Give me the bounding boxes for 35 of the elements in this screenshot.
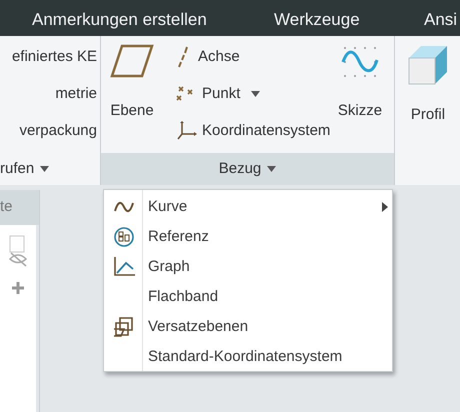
coordinate-axes-icon: [175, 121, 197, 141]
stacked-planes-icon: [112, 316, 136, 338]
circled-blocks-icon: [112, 226, 134, 248]
ribbon-command[interactable]: efiniertes KE: [12, 46, 97, 68]
sketch-button[interactable]: Skizze: [334, 44, 386, 153]
profile-button[interactable]: Profil: [405, 44, 451, 126]
menu-item[interactable]: Versatzebenen: [104, 312, 392, 342]
menu-item[interactable]: Graph: [104, 252, 392, 282]
ribbon-command[interactable]: Punkt: [175, 83, 330, 105]
panel-header: te: [0, 197, 13, 218]
ribbon-command[interactable]: verpackung: [19, 120, 97, 142]
group-footer-button[interactable]: rufen: [0, 158, 50, 180]
ribbon-tab[interactable]: Ansi: [424, 7, 458, 32]
sketch-icon: [340, 44, 380, 80]
caret-icon: [267, 166, 276, 172]
menu-item[interactable]: Referenz: [104, 222, 392, 252]
ribbon-command[interactable]: Koordinatensystem: [175, 120, 330, 142]
graph-icon: [112, 256, 136, 278]
cube-icon: [407, 44, 449, 86]
ribbon-tab[interactable]: Werkzeuge: [274, 7, 360, 32]
hidden-eye-icon[interactable]: [8, 235, 28, 267]
menu-item[interactable]: Kurve: [104, 192, 392, 222]
ribbon-command[interactable]: Achse: [175, 46, 330, 68]
menu-item[interactable]: Flachband: [104, 282, 392, 312]
caret-icon: [40, 166, 50, 172]
menu-item[interactable]: Standard-Koordinatensystem: [104, 342, 392, 372]
ribbon-tab[interactable]: Anmerkungen erstellen: [32, 7, 207, 32]
ribbon-command[interactable]: metrie: [55, 83, 97, 105]
caret-icon: [251, 91, 260, 97]
group-footer-button[interactable]: Bezug: [218, 158, 276, 180]
submenu-arrow-icon: [382, 202, 388, 212]
plane-button[interactable]: Ebene: [105, 44, 159, 153]
wave-icon: [112, 200, 134, 214]
plus-icon[interactable]: [11, 281, 25, 295]
parallelogram-icon: [110, 44, 154, 78]
